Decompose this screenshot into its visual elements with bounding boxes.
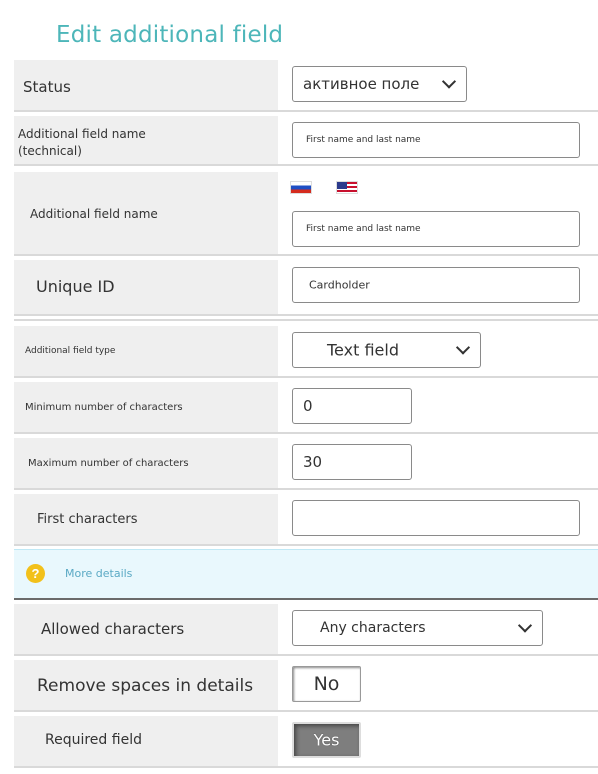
min-chars-row: Minimum number of characters 0 [14, 382, 598, 434]
first-chars-label: First characters [37, 512, 138, 527]
field-type-label: Additional field type [25, 346, 116, 356]
technical-name-label: Additional field name (technical) [18, 127, 146, 158]
chevron-down-icon [455, 340, 471, 355]
remove-spaces-label: Remove spaces in details [37, 676, 254, 696]
status-select[interactable]: активное поле [292, 66, 467, 102]
min-chars-input[interactable]: 0 [292, 388, 412, 424]
display-name-row: Additional field name First name and las… [14, 172, 598, 256]
remove-spaces-row: Remove spaces in details No [14, 660, 598, 712]
first-chars-input[interactable] [292, 500, 580, 536]
flag-us-icon[interactable] [336, 181, 358, 194]
max-chars-row: Maximum number of characters 30 [14, 438, 598, 490]
technical-name-input[interactable]: First name and last name [292, 122, 580, 158]
unique-id-row: Unique ID Cardholder [14, 260, 598, 316]
field-type-row: Additional field type Text field [14, 326, 598, 378]
status-label: Status [23, 78, 71, 96]
remove-spaces-toggle[interactable]: No [292, 666, 361, 702]
field-type-select[interactable]: Text field [292, 332, 481, 368]
question-icon[interactable]: ? [26, 564, 45, 583]
page-title: Edit additional field [56, 22, 284, 48]
unique-id-label: Unique ID [36, 277, 115, 296]
max-chars-input[interactable]: 30 [292, 444, 412, 480]
status-row: Status активное поле [14, 60, 598, 112]
allowed-chars-select[interactable]: Any characters [292, 610, 543, 646]
display-name-label: Additional field name [30, 207, 158, 221]
first-chars-row: First characters [14, 494, 598, 546]
required-toggle[interactable]: Yes [292, 722, 361, 758]
chevron-down-icon [517, 618, 533, 633]
more-details-link[interactable]: More details [65, 567, 132, 580]
required-row: Required field Yes [14, 716, 598, 768]
display-name-input[interactable]: First name and last name [292, 211, 580, 247]
allowed-chars-row: Allowed characters Any characters [14, 604, 598, 656]
flag-ru-icon[interactable] [290, 181, 312, 194]
required-label: Required field [45, 732, 142, 748]
section-divider [14, 319, 598, 321]
max-chars-label: Maximum number of characters [28, 458, 189, 469]
unique-id-input[interactable]: Cardholder [292, 267, 580, 303]
chevron-down-icon [441, 74, 457, 89]
min-chars-label: Minimum number of characters [25, 402, 183, 413]
technical-name-row: Additional field name (technical) First … [14, 116, 598, 166]
allowed-chars-label: Allowed characters [41, 620, 185, 638]
more-details-bar: ? More details [14, 549, 598, 600]
